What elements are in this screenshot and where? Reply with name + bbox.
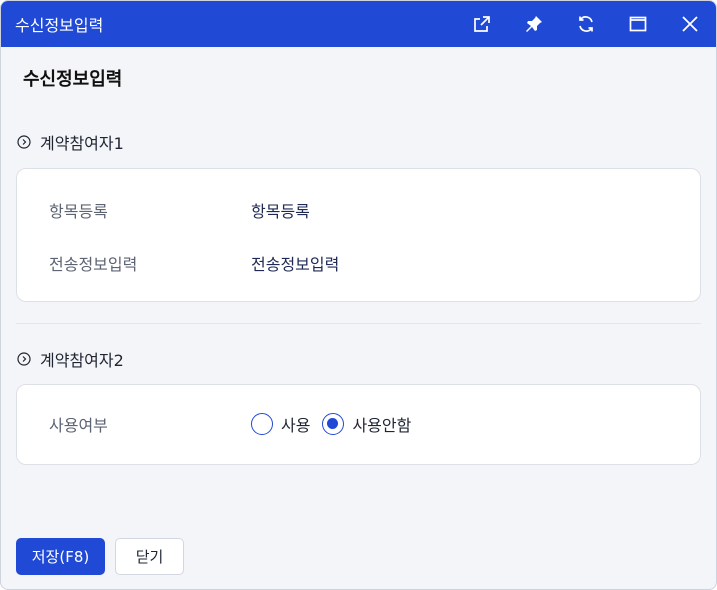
- pin-icon: [526, 16, 542, 32]
- external-link-icon: [474, 16, 490, 32]
- radio-not-use[interactable]: 사용안함: [322, 412, 411, 436]
- participant-1-panel: 항목등록 항목등록 전송정보입력 전송정보입력: [16, 168, 701, 302]
- open-external-button[interactable]: [456, 1, 508, 47]
- close-icon: [682, 16, 698, 32]
- radio-use[interactable]: 사용: [251, 412, 310, 436]
- field-label: 전송정보입력: [49, 255, 138, 274]
- radio-button-selected[interactable]: [322, 413, 345, 435]
- radio-button[interactable]: [251, 413, 273, 435]
- form-row: 전송정보입력 전송정보입력: [49, 251, 680, 275]
- close-dialog-button[interactable]: 닫기: [115, 538, 184, 575]
- maximize-icon: [629, 16, 647, 32]
- radio-label: 사용안함: [352, 416, 412, 435]
- page-title: 수신정보입력: [23, 69, 123, 90]
- radio-label: 사용: [281, 416, 311, 435]
- dialog-window: 수신정보입력 수신정보입력 계약참여자1 항목등록 항목등록 전송정보입력 전송…: [0, 0, 717, 590]
- title-bar: 수신정보입력: [1, 1, 716, 47]
- close-button[interactable]: [664, 1, 716, 47]
- section-divider: [16, 323, 701, 324]
- form-row: 사용여부 사용 사용안함: [49, 412, 680, 436]
- participant-2-panel: 사용여부 사용 사용안함: [16, 384, 701, 465]
- window-title: 수신정보입력: [15, 16, 104, 35]
- section-title: 계약참여자2: [40, 351, 124, 370]
- field-label: 사용여부: [49, 416, 108, 435]
- refresh-button[interactable]: [560, 1, 612, 47]
- section-header-participant-1[interactable]: 계약참여자1: [17, 130, 124, 154]
- save-button[interactable]: 저장(F8): [16, 538, 105, 575]
- field-label: 항목등록: [49, 202, 108, 221]
- item-register-link[interactable]: 항목등록: [251, 198, 310, 222]
- refresh-icon: [579, 16, 593, 32]
- transmission-info-link[interactable]: 전송정보입력: [251, 251, 339, 275]
- pin-button[interactable]: [508, 1, 560, 47]
- section-header-participant-2[interactable]: 계약참여자2: [17, 347, 124, 371]
- form-row: 항목등록 항목등록: [49, 198, 680, 222]
- section-title: 계약참여자1: [40, 134, 124, 153]
- chevron-circle-right-icon: [17, 352, 31, 366]
- maximize-button[interactable]: [612, 1, 664, 47]
- chevron-circle-right-icon: [17, 135, 31, 149]
